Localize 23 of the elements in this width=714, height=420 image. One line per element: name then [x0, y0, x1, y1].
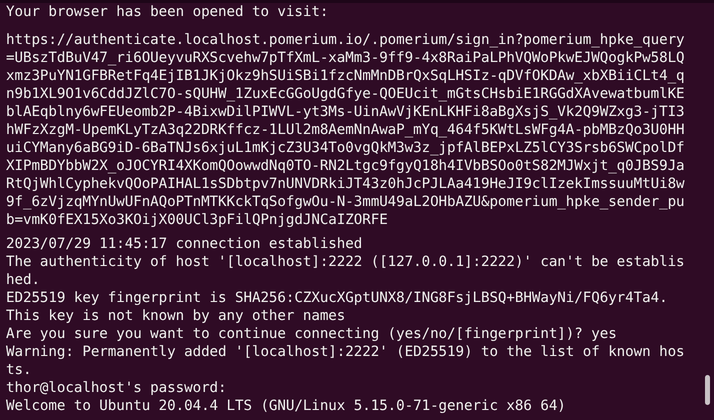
terminal-line: n9b1XL9O1v6CddJZlC7O-sQUHW_1ZuxEcGGoUgdGfye-QOEUcit_mGtsCHsbiE1RGGdXAvewatbumlKE [6, 85, 685, 103]
terminal-line: Your browser has been opened to visit: [6, 3, 328, 21]
terminal-line: hed. [6, 271, 40, 289]
terminal-line: =UBszTdBuV47_ri6OUeyvuRXScvehw7pTfXmL-xaMm3-9ff9-4x8RaiPaLPhVQWoPkwEJWQogkPw58LQ [6, 49, 685, 67]
terminal-line: https://authenticate.localhost.pomerium.io/.pomerium/sign_in?pomerium_hpke_query [6, 31, 685, 49]
terminal-line: 9f_6zVjzqMYnUwUFnAQoPTnMTKKckTqSofgwOu-N-3mmU49aL2OHbAZU&pomerium_hpke_sender_pu [6, 193, 685, 211]
terminal-line: Welcome to Ubuntu 20.04.4 LTS (GNU/Linux 5.15.0-71-generic x86 64) [6, 397, 566, 415]
terminal-line: RtQjWhlCyphekvQOoPAIHAL1sSDbtpv7nUNVDRkiJT43z0hJcPJLAa419HeJI9clIzekImssuuMtUi8w [6, 175, 685, 193]
terminal-line: 2023/07/29 11:45:17 connection established [6, 235, 362, 253]
terminal-line: hWFzXzgM-UpemKLyTzA3q22DRKffcz-1LUl2m8AemNnAwaP_mYq_464f5KWtLsWFg4A-pbMBzQo3U0HH [6, 121, 685, 139]
terminal-line: xmz3PuYN1GFBRetFq4EjIB1JKjOkz9hSUiSBi1fzcNmMnDBrQxSqLHSIz-qDVfOKDAw_xbXBiiCLt4_q [6, 67, 685, 85]
terminal-line: ts. [6, 361, 32, 379]
terminal-line: blAEqblny6wFEUeomb2P-4BixwDilPIWVL-yt3Ms-UinAwVjKEnLKHFi8aBgXsjS_Vk2Q9WZxg3-jTI3 [6, 103, 685, 121]
terminal-line: thor@localhost's password: [6, 379, 227, 397]
terminal-line: XIPmBDYbbW2X_oJOCYRI4XKomQOowwdNq0TO-RN2Ltgc9fgyQ18h4IVbBSOo0tS82MJWxjt_q0JBS9Ja [6, 157, 685, 175]
terminal-line: uiCYMany6aBG9iD-6BaTNJs6xjuL1mKjcZ3U34To0vgQkM3w3z_jpfAlBEPxLZ5lCY3Srsb6SWCpolDf [6, 139, 685, 157]
scrollbar-thumb[interactable] [705, 375, 710, 405]
terminal-line: Are you sure you want to continue connecting (yes/no/[fingerprint])? yes [6, 325, 617, 343]
terminal-line: The authenticity of host '[localhost]:2222 ([127.0.0.1]:2222)' can't be establis [6, 253, 685, 271]
terminal-line: ED25519 key fingerprint is SHA256:CZXucXGptUNX8/ING8FsjLBSQ+BHWayNi/FQ6yr4Ta4. [6, 289, 668, 307]
terminal-line: b=vmK0fEX15Xo3KOijX00UCl3pFilQPnjgdJNCaIZORFE [6, 211, 388, 229]
terminal-line: Warning: Permanently added '[localhost]:2222' (ED25519) to the list of known hos [6, 343, 685, 361]
terminal-line: This key is not known by any other names [6, 307, 346, 325]
